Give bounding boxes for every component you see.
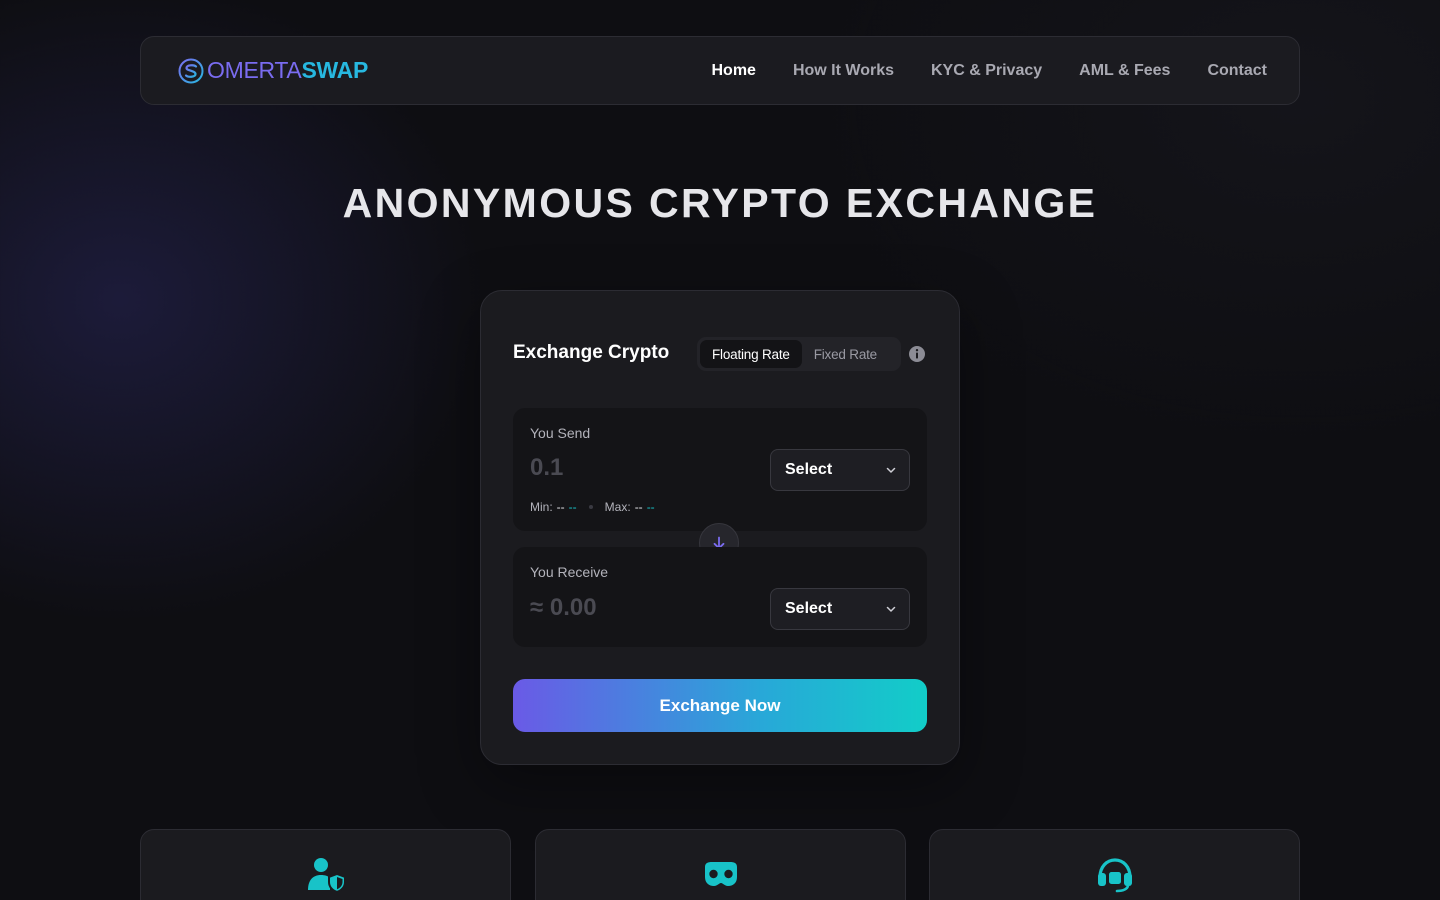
headset-icon <box>1098 858 1132 893</box>
feature-card-privacy <box>140 829 511 900</box>
exchange-now-button[interactable]: Exchange Now <box>513 679 927 732</box>
send-panel: You Send Select Min: -- -- Max: -- -- <box>513 408 927 531</box>
exchange-card: Exchange Crypto Floating Rate Fixed Rate… <box>480 290 960 765</box>
send-label: You Send <box>530 425 591 441</box>
send-currency-select[interactable]: Select <box>770 449 910 491</box>
user-shield-icon <box>308 858 346 893</box>
nav-contact[interactable]: Contact <box>1207 62 1267 80</box>
logo-text-swap: SWAP <box>301 57 368 83</box>
navbar: OMERTASWAP Home How It Works KYC & Priva… <box>140 36 1300 105</box>
receive-amount: ≈ 0.00 <box>530 594 597 621</box>
nav-how-it-works[interactable]: How It Works <box>793 62 894 80</box>
receive-label: You Receive <box>530 564 609 580</box>
min-label: Min: <box>530 500 553 514</box>
min-currency: -- <box>568 500 577 514</box>
receive-panel: You Receive ≈ 0.00 Select <box>513 547 927 647</box>
mask-icon <box>705 862 737 886</box>
max-label: Max: <box>604 500 631 514</box>
receive-currency-select[interactable]: Select <box>770 588 910 630</box>
send-limits: Min: -- -- Max: -- -- <box>530 500 655 514</box>
exchange-card-title: Exchange Crypto <box>513 342 670 363</box>
floating-rate-button[interactable]: Floating Rate <box>700 340 802 368</box>
rate-toggle: Floating Rate Fixed Rate <box>697 337 901 371</box>
max-currency: -- <box>646 500 655 514</box>
logo-text-omerta: OMERTA <box>207 57 302 83</box>
main-nav: Home How It Works KYC & Privacy AML & Fe… <box>711 62 1267 80</box>
chevron-down-icon <box>886 467 896 473</box>
limits-separator <box>588 505 593 509</box>
fixed-rate-button[interactable]: Fixed Rate <box>802 340 889 368</box>
logo-text: OMERTASWAP <box>207 59 368 82</box>
max-value: -- <box>634 500 643 514</box>
send-currency-select-label: Select <box>785 461 833 478</box>
nav-aml-fees[interactable]: AML & Fees <box>1079 62 1170 80</box>
receive-currency-select-label: Select <box>785 600 833 617</box>
hero-title: ANONYMOUS CRYPTO EXCHANGE <box>342 180 1098 226</box>
feature-card-anonymous <box>535 829 906 900</box>
feature-card-support <box>929 829 1300 900</box>
nav-kyc-privacy[interactable]: KYC & Privacy <box>931 62 1042 80</box>
chevron-down-icon <box>886 606 896 612</box>
info-icon[interactable] <box>908 345 926 363</box>
send-amount-input[interactable] <box>530 454 730 482</box>
logo[interactable]: OMERTASWAP <box>177 57 368 85</box>
min-value: -- <box>556 500 565 514</box>
nav-home[interactable]: Home <box>711 62 755 80</box>
logo-icon <box>178 58 204 83</box>
